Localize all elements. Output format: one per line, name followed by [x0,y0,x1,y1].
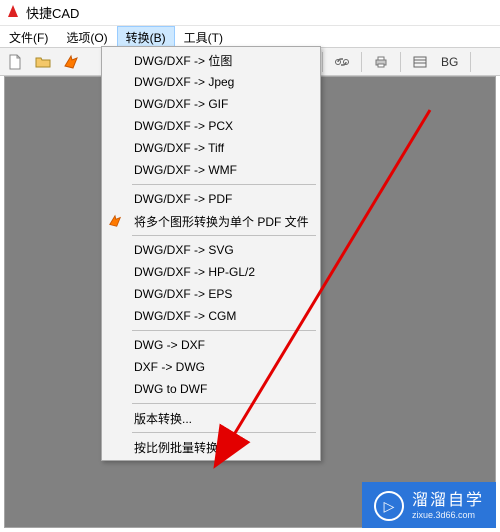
menu-dwg-to-hpgl2[interactable]: DWG/DXF -> HP-GL/2 [104,261,318,283]
menu-item-label: DWG/DXF -> CGM [134,309,236,323]
new-file-icon[interactable] [4,51,26,73]
play-icon: ▷ [374,491,404,521]
menu-convert[interactable]: 转换(B) [117,26,175,47]
bg-button[interactable]: BG [437,55,462,69]
convert-dropdown: DWG/DXF -> 位图 DWG/DXF -> Jpeg DWG/DXF ->… [101,46,321,461]
menu-item-label: DWG -> DXF [134,338,205,352]
menu-tools[interactable]: 工具(T) [175,26,232,47]
menu-dwg-to-tiff[interactable]: DWG/DXF -> Tiff [104,137,318,159]
menu-item-label: DWG/DXF -> EPS [134,287,232,301]
dropdown-separator [132,184,316,185]
menu-item-label: DWG/DXF -> HP-GL/2 [134,265,255,279]
menu-dwg-to-pcx[interactable]: DWG/DXF -> PCX [104,115,318,137]
menu-item-label: DWG/DXF -> GIF [134,97,228,111]
dropdown-icon-column [104,49,128,458]
open-file-icon[interactable] [32,51,54,73]
dropdown-separator [132,330,316,331]
menu-scale-batch-convert[interactable]: 按比例批量转换... [104,436,318,458]
toolbar-separator [361,52,362,72]
watermark-sub: zixue.3d66.com [412,510,484,520]
link-icon[interactable] [331,51,353,73]
menu-item-label: DXF -> DWG [134,360,205,374]
app-icon [6,4,20,21]
play-glyph: ▷ [384,498,395,515]
menu-version-convert[interactable]: 版本转换... [104,407,318,429]
toolbar-separator [322,52,323,72]
menu-dxf-to-dwg[interactable]: DXF -> DWG [104,356,318,378]
menu-file[interactable]: 文件(F) [0,26,57,47]
dropdown-separator [132,432,316,433]
watermark-badge: ▷ 溜溜自学 zixue.3d66.com [362,482,496,528]
toolbar-separator [400,52,401,72]
menu-item-label: DWG/DXF -> PDF [134,192,232,206]
menu-item-label: DWG to DWF [134,382,207,396]
menu-multi-to-single-pdf[interactable]: 将多个图形转换为单个 PDF 文件 [104,210,318,232]
menu-options[interactable]: 选项(O) [57,26,116,47]
toolbar-separator [470,52,471,72]
menu-item-label: DWG/DXF -> SVG [134,243,234,257]
dropdown-separator [132,235,316,236]
menu-item-label: DWG/DXF -> 位图 [134,52,232,69]
convert-icon[interactable] [60,51,82,73]
menu-dwg-to-svg[interactable]: DWG/DXF -> SVG [104,239,318,261]
print-icon[interactable] [370,51,392,73]
menu-dwg-to-eps[interactable]: DWG/DXF -> EPS [104,283,318,305]
menu-item-label: 按比例批量转换... [134,439,228,456]
app-title: 快捷CAD [26,3,79,22]
menu-dwg-to-dxf[interactable]: DWG -> DXF [104,334,318,356]
menu-dwg-to-dwf[interactable]: DWG to DWF [104,378,318,400]
menu-item-label: DWG/DXF -> PCX [134,119,233,133]
menu-dwg-to-pdf[interactable]: DWG/DXF -> PDF [104,188,318,210]
menu-dwg-to-cgm[interactable]: DWG/DXF -> CGM [104,305,318,327]
menu-dwg-to-wmf[interactable]: DWG/DXF -> WMF [104,159,318,181]
menu-item-label: DWG/DXF -> WMF [134,163,237,177]
title-bar: 快捷CAD [0,0,500,26]
layers-icon[interactable] [409,51,431,73]
convert-arrow-icon [107,213,123,229]
menu-item-label: 将多个图形转换为单个 PDF 文件 [134,213,309,230]
menu-dwg-to-gif[interactable]: DWG/DXF -> GIF [104,93,318,115]
menu-item-label: DWG/DXF -> Tiff [134,141,224,155]
menu-dwg-to-bitmap[interactable]: DWG/DXF -> 位图 [104,49,318,71]
watermark-main: 溜溜自学 [412,492,484,510]
dropdown-separator [132,403,316,404]
menu-item-label: 版本转换... [134,410,192,427]
menu-dwg-to-jpeg[interactable]: DWG/DXF -> Jpeg [104,71,318,93]
menu-item-label: DWG/DXF -> Jpeg [134,75,234,89]
menu-bar: 文件(F) 选项(O) 转换(B) 工具(T) [0,26,500,48]
